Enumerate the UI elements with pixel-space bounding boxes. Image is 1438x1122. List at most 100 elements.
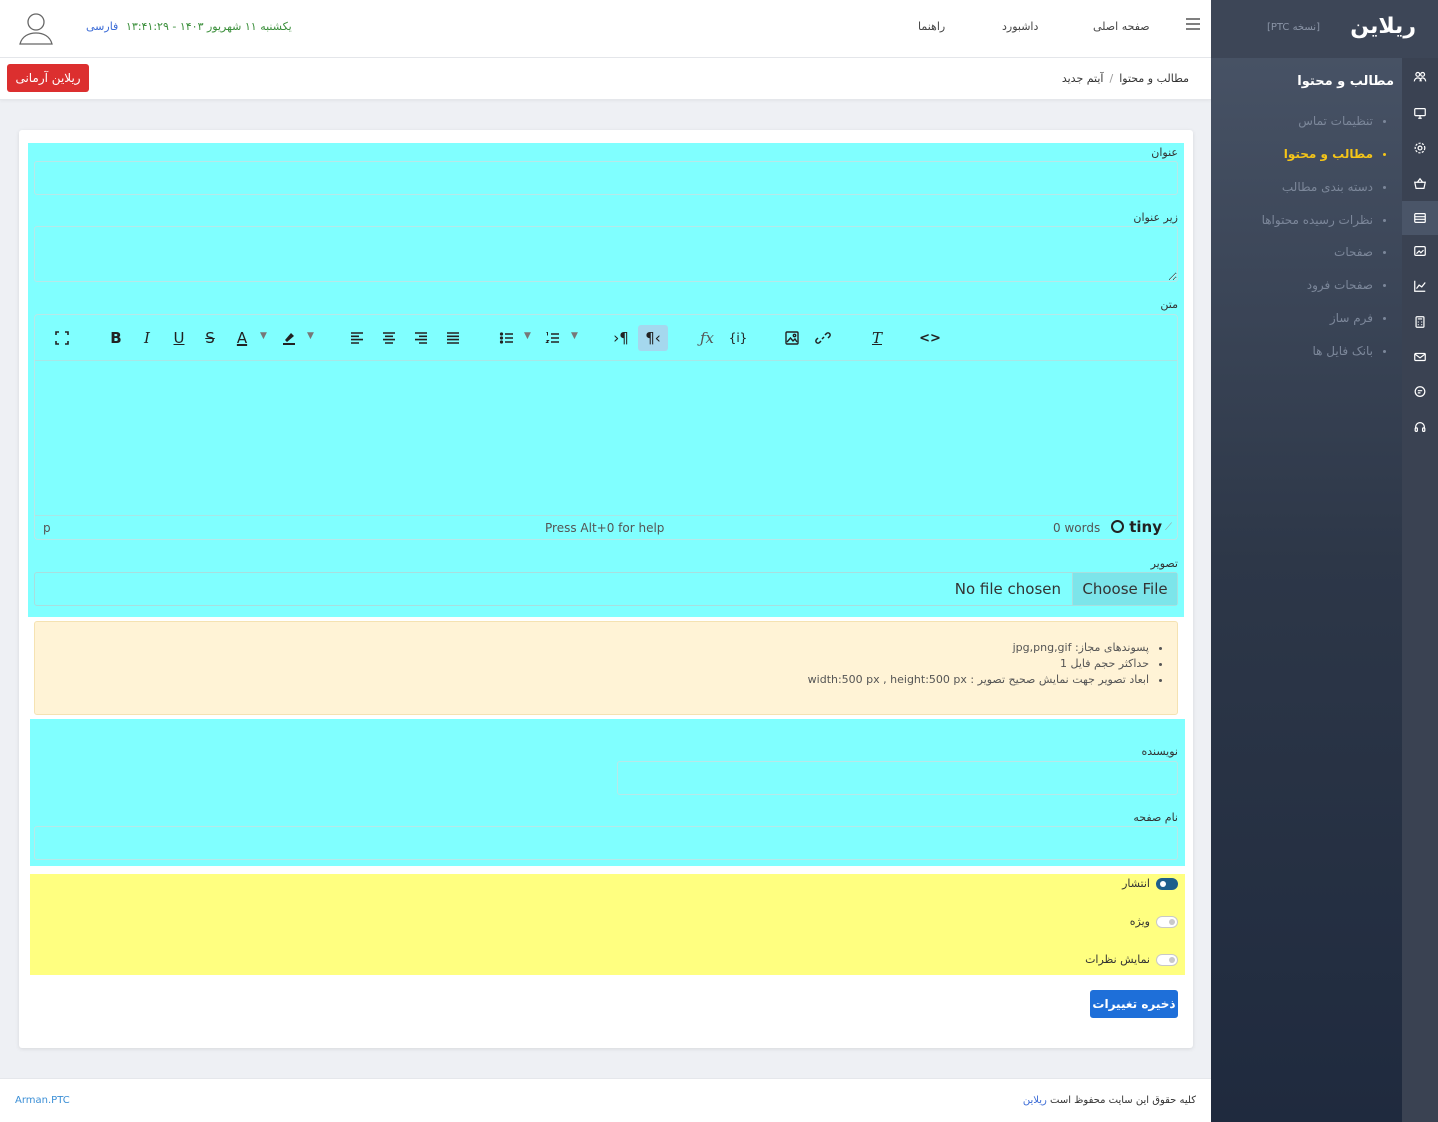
toggle-switch-icon[interactable] (1156, 915, 1178, 928)
author-label: نویسنده (1141, 745, 1178, 758)
align-right-icon[interactable] (409, 325, 433, 351)
gear-icon[interactable] (1402, 133, 1438, 163)
sidebar-item-form-builder[interactable]: فرم ساز (1330, 311, 1386, 325)
text-color-icon[interactable]: A (231, 325, 253, 351)
tiny-brand-text: tiny (1129, 518, 1163, 536)
language-switch[interactable]: فارسی (86, 20, 118, 33)
subtitle-label: زیر عنوان (1133, 211, 1178, 224)
chevron-down-icon[interactable]: ▼ (307, 331, 317, 341)
arman-button[interactable]: ریلاین آرمانی (7, 64, 89, 92)
nav-home[interactable]: صفحه اصلی (1093, 20, 1150, 33)
brand-logo[interactable]: ریلاین (1350, 14, 1416, 39)
subtitle-textarea[interactable] (34, 226, 1178, 282)
info-allowed-extensions: پسوندهای مجاز: jpg,png,gif (808, 640, 1149, 656)
author-input[interactable] (617, 761, 1178, 795)
strikethrough-icon[interactable]: S (198, 325, 222, 351)
source-code-icon[interactable]: <> (917, 325, 943, 351)
save-button[interactable]: ذخیره تغییرات (1090, 990, 1178, 1018)
chevron-down-icon[interactable]: ▼ (524, 331, 534, 341)
numbered-list-icon[interactable] (541, 325, 565, 351)
tiny-logo-icon (1111, 520, 1124, 533)
version-label: [نسخه PTC] (1266, 22, 1320, 33)
sidebar-item-comments[interactable]: نظرات رسیده محتواها (1262, 213, 1386, 227)
bullet-icon (1383, 317, 1386, 320)
underline-icon[interactable]: U (167, 325, 191, 351)
breadcrumb-parent[interactable]: مطالب و محتوا (1119, 72, 1189, 85)
publish-label: انتشار (1122, 877, 1150, 890)
sidebar-section-title: مطالب و محتوا (1297, 74, 1394, 89)
credit-link[interactable]: Arman.PTC (15, 1095, 70, 1106)
nav-help[interactable]: راهنما (918, 20, 945, 33)
bullet-icon (1383, 153, 1386, 156)
editor-content-area[interactable] (35, 361, 1177, 517)
bullet-icon (1383, 186, 1386, 189)
choose-file-button[interactable]: Choose File (1072, 573, 1177, 605)
show-comments-toggle[interactable]: نمایش نظرات (1085, 953, 1178, 966)
sidebar-item-label: صفحات (1334, 245, 1373, 259)
image-file-input[interactable]: Choose File No file chosen (34, 572, 1178, 606)
sidebar-item-file-bank[interactable]: بانک فایل ها (1312, 344, 1386, 358)
highlight-region-switches (30, 874, 1185, 975)
rtl-direction-icon[interactable]: ¶‹ (638, 325, 668, 351)
users-icon[interactable] (1402, 62, 1438, 92)
clear-formatting-icon[interactable]: T (865, 325, 889, 351)
tiny-brand-logo[interactable]: tiny (1111, 518, 1162, 536)
mail-icon[interactable] (1402, 342, 1438, 372)
copyright-prefix: کلیه حقوق این سایت محفوظ است (1050, 1095, 1196, 1106)
editor-path[interactable]: p (43, 521, 51, 535)
bullet-list-icon[interactable] (495, 325, 519, 351)
fullscreen-icon[interactable] (49, 325, 75, 351)
featured-toggle[interactable]: ویژه (1130, 915, 1178, 928)
image-icon[interactable] (780, 325, 804, 351)
copyright-text: کلیه حقوق این سایت محفوظ است ریلاین (1023, 1095, 1196, 1106)
ltr-direction-icon[interactable]: ›¶ (607, 325, 635, 351)
align-justify-icon[interactable] (441, 325, 465, 351)
code-sample-icon[interactable]: {i} (725, 325, 751, 351)
chart-icon[interactable] (1402, 271, 1438, 301)
monitor-icon[interactable] (1402, 98, 1438, 128)
table-icon[interactable] (1402, 201, 1438, 235)
sidebar-item-categories[interactable]: دسته بندی مطالب (1282, 180, 1386, 194)
chevron-down-icon[interactable]: ▼ (260, 331, 270, 341)
sidebar-item-label: تنظیمات تماس (1298, 114, 1373, 128)
copyright-link[interactable]: ریلاین (1023, 1095, 1047, 1106)
bold-icon[interactable]: B (104, 325, 128, 351)
sidebar-item-label: فرم ساز (1329, 311, 1373, 325)
calculator-icon[interactable] (1402, 307, 1438, 337)
align-left-icon[interactable] (345, 325, 369, 351)
link-icon[interactable] (811, 325, 835, 351)
chevron-down-icon[interactable]: ▼ (571, 331, 581, 341)
sidebar-item-pages[interactable]: صفحات (1334, 245, 1386, 259)
title-input[interactable] (34, 161, 1178, 195)
toggle-switch-icon[interactable] (1156, 877, 1178, 890)
italic-icon[interactable]: I (135, 325, 159, 351)
word-count[interactable]: 0 words (1053, 521, 1100, 535)
bullet-icon (1383, 350, 1386, 353)
image-icon[interactable] (1402, 236, 1438, 266)
basket-icon[interactable] (1402, 169, 1438, 199)
show-comments-label: نمایش نظرات (1085, 953, 1150, 966)
nav-dashboard[interactable]: داشبورد (1002, 20, 1038, 33)
toggle-switch-icon[interactable] (1156, 953, 1178, 966)
editor-toolbar: B I U S A ▼ ▼ ▼ ▼ ›¶ ¶‹ ƒx {i} T <> (35, 315, 1177, 361)
bullet-icon (1383, 251, 1386, 254)
page-name-input[interactable] (34, 826, 1178, 860)
sidebar-logo-row: ریلاین [نسخه PTC] (1211, 0, 1438, 58)
hamburger-icon[interactable] (1184, 16, 1202, 35)
body-label: متن (1160, 298, 1178, 311)
publish-toggle[interactable]: انتشار (1122, 877, 1178, 890)
formula-icon[interactable]: ƒx (694, 325, 720, 351)
rich-text-editor[interactable]: B I U S A ▼ ▼ ▼ ▼ ›¶ ¶‹ ƒx {i} T <> p Pr… (34, 314, 1178, 540)
chat-icon[interactable] (1402, 377, 1438, 407)
user-avatar-icon[interactable] (16, 8, 56, 48)
resize-handle-icon[interactable]: ⟋ (1165, 522, 1172, 533)
sidebar-item-label: بانک فایل ها (1312, 344, 1373, 358)
sidebar-item-landing-pages[interactable]: صفحات فرود (1307, 278, 1386, 292)
align-center-icon[interactable] (377, 325, 401, 351)
highlight-color-icon[interactable] (277, 325, 301, 351)
sidebar-item-contact-settings[interactable]: تنظیمات تماس (1298, 114, 1386, 128)
headset-icon[interactable] (1402, 412, 1438, 442)
sidebar-item-content[interactable]: مطالب و محتوا (1284, 147, 1386, 161)
breadcrumb: مطالب و محتوا / آیتم جدید (1062, 72, 1189, 85)
sidebar-item-label: صفحات فرود (1306, 278, 1373, 292)
